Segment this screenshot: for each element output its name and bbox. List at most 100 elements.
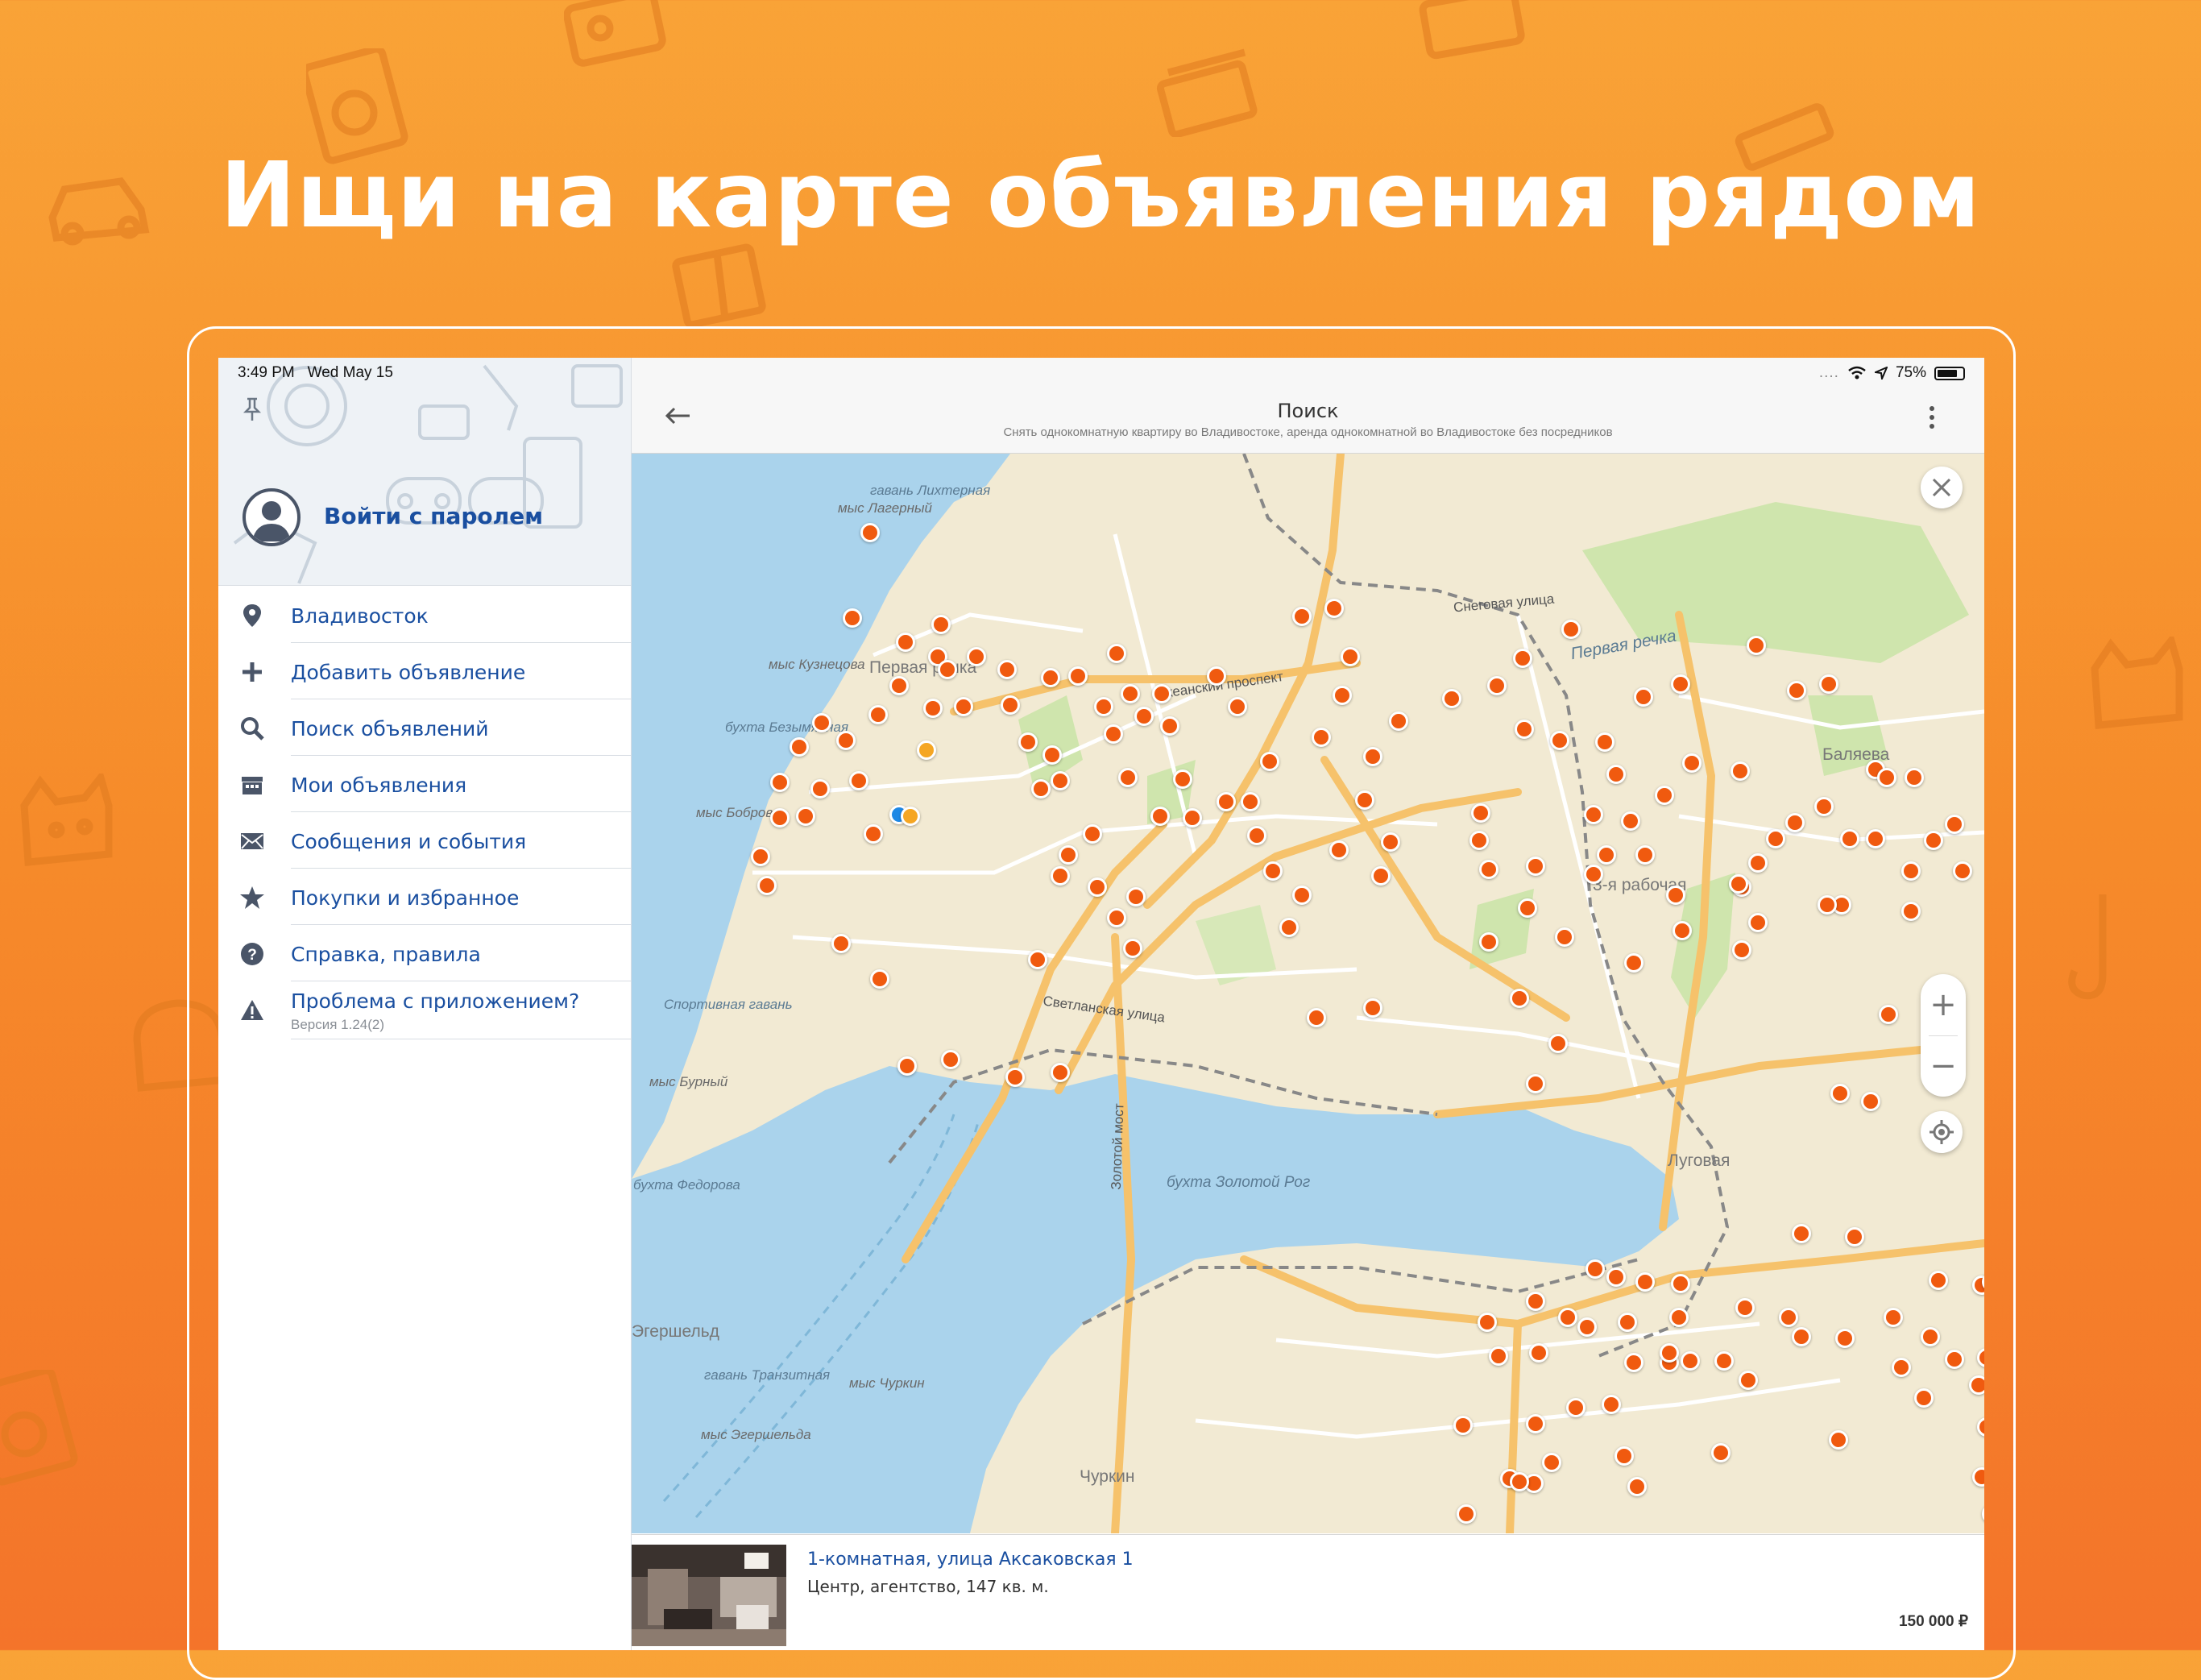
listing-marker[interactable] — [870, 969, 889, 989]
listing-marker[interactable] — [1929, 1271, 1948, 1290]
map-view[interactable]: гавань Лихтерная мыс Лагерный мыс Кузнец… — [632, 454, 1984, 1533]
listing-marker[interactable] — [1602, 1395, 1621, 1414]
listing-marker[interactable] — [757, 876, 777, 895]
listing-marker[interactable] — [1515, 720, 1534, 739]
listing-marker[interactable] — [1739, 1371, 1758, 1390]
listing-marker[interactable] — [836, 731, 856, 750]
listing-marker[interactable] — [1748, 853, 1768, 873]
listing-marker[interactable] — [1879, 1005, 1898, 1024]
listing-marker[interactable] — [1671, 1274, 1690, 1293]
listing-marker[interactable] — [1606, 765, 1626, 784]
sidebar-item-app-problem[interactable]: Проблема с приложением? Версия 1.24(2) — [218, 981, 631, 1039]
listing-marker[interactable] — [796, 807, 815, 826]
listing-marker[interactable] — [1585, 1259, 1605, 1279]
listing-marker[interactable] — [1363, 998, 1382, 1018]
listing-marker[interactable] — [1389, 711, 1408, 731]
listing-marker[interactable] — [1921, 1327, 1940, 1346]
listing-marker[interactable] — [896, 633, 915, 652]
listing-marker[interactable] — [1818, 895, 1837, 915]
sidebar-item-search[interactable]: Поиск объявлений — [218, 699, 631, 756]
listing-marker[interactable] — [1160, 716, 1179, 736]
listing-marker[interactable] — [1471, 803, 1490, 823]
listing-marker[interactable] — [831, 934, 851, 953]
listing-marker[interactable] — [1945, 815, 1964, 834]
listing-marker[interactable] — [889, 676, 909, 695]
listing-marker[interactable] — [1355, 790, 1374, 810]
listing-marker[interactable] — [1884, 1308, 1903, 1327]
listing-marker[interactable] — [1042, 745, 1062, 765]
listing-marker[interactable] — [954, 697, 973, 716]
listing-marker[interactable] — [1341, 647, 1360, 666]
listing-marker[interactable] — [1732, 940, 1751, 960]
listing-marker[interactable] — [1681, 1351, 1700, 1371]
listing-marker[interactable] — [1877, 768, 1896, 787]
listing-marker[interactable] — [1711, 1443, 1731, 1462]
listing-marker[interactable] — [1469, 831, 1489, 850]
listing-marker[interactable] — [1510, 989, 1529, 1008]
listing-marker[interactable] — [1819, 674, 1838, 694]
listing-marker[interactable] — [1526, 1414, 1545, 1433]
listing-marker[interactable] — [1624, 1353, 1643, 1372]
sidebar-item-my-ads[interactable]: Мои объявления — [218, 756, 631, 812]
listing-marker[interactable] — [1183, 808, 1202, 828]
listing-marker[interactable] — [1669, 1308, 1689, 1327]
listing-marker[interactable] — [1845, 1227, 1864, 1247]
listing-marker[interactable] — [1324, 599, 1344, 618]
listing-marker[interactable] — [1292, 607, 1312, 626]
listing-marker[interactable] — [1542, 1453, 1561, 1472]
sidebar-item-messages[interactable]: Сообщения и события — [218, 812, 631, 869]
listing-marker[interactable] — [1606, 1267, 1626, 1287]
listing-marker[interactable] — [1228, 697, 1247, 716]
listing-marker[interactable] — [938, 660, 957, 679]
listing-marker[interactable] — [1263, 861, 1283, 881]
listing-marker[interactable] — [1307, 1008, 1326, 1027]
listing-marker[interactable] — [860, 523, 880, 542]
listing-marker[interactable] — [1577, 1317, 1597, 1337]
listing-marker[interactable] — [1031, 779, 1051, 799]
listing-marker[interactable] — [1333, 686, 1352, 705]
listing-marker[interactable] — [1660, 1343, 1679, 1363]
listing-marker[interactable] — [1618, 1313, 1637, 1332]
listing-marker[interactable] — [1792, 1224, 1811, 1243]
listing-marker[interactable] — [1840, 829, 1859, 848]
listing-marker[interactable] — [1866, 829, 1885, 848]
listing-marker[interactable] — [751, 847, 770, 866]
listing-marker[interactable] — [1489, 1346, 1508, 1366]
sidebar-item-favorites[interactable]: Покупки и избранное — [218, 869, 631, 925]
listing-marker[interactable] — [1555, 927, 1574, 947]
listing-marker[interactable] — [1088, 877, 1107, 897]
listing-marker[interactable] — [1173, 769, 1192, 789]
listing-marker[interactable] — [1371, 866, 1391, 886]
listing-marker[interactable] — [1363, 747, 1382, 766]
listing-marker[interactable] — [1292, 886, 1312, 905]
listing-marker[interactable] — [1830, 1084, 1850, 1103]
listing-marker[interactable] — [868, 705, 888, 724]
listing-marker[interactable] — [1731, 761, 1750, 781]
sidebar-item-city[interactable]: Владивосток — [218, 587, 631, 643]
listing-marker[interactable] — [941, 1050, 960, 1069]
listing-marker[interactable] — [1526, 1292, 1545, 1311]
listing-photo[interactable] — [632, 1545, 786, 1646]
listing-marker[interactable] — [1901, 902, 1921, 921]
listing-marker[interactable] — [1312, 728, 1331, 747]
listing-marker[interactable] — [864, 824, 883, 844]
listing-marker[interactable] — [1529, 1343, 1548, 1363]
listing-marker[interactable] — [1729, 874, 1748, 894]
listing-marker[interactable] — [1635, 1272, 1655, 1292]
listing-marker[interactable] — [790, 737, 809, 757]
listing-marker-highlighted[interactable] — [901, 807, 920, 826]
listing-marker[interactable] — [1150, 807, 1170, 826]
listing-marker[interactable] — [1104, 724, 1123, 744]
pin-icon[interactable] — [242, 396, 262, 422]
listing-marker[interactable] — [1835, 1329, 1855, 1348]
listing-marker[interactable] — [1526, 857, 1545, 876]
listing-marker[interactable] — [1442, 689, 1461, 708]
listing-marker[interactable] — [1457, 1504, 1476, 1524]
listing-marker[interactable] — [1766, 829, 1785, 848]
listing-marker[interactable] — [1682, 753, 1702, 773]
listing-marker[interactable] — [1945, 1350, 1964, 1369]
listing-marker[interactable] — [1107, 644, 1126, 663]
listing-marker[interactable] — [1381, 832, 1400, 852]
listing-marker[interactable] — [1905, 768, 1924, 787]
listing-marker[interactable] — [1785, 813, 1805, 832]
